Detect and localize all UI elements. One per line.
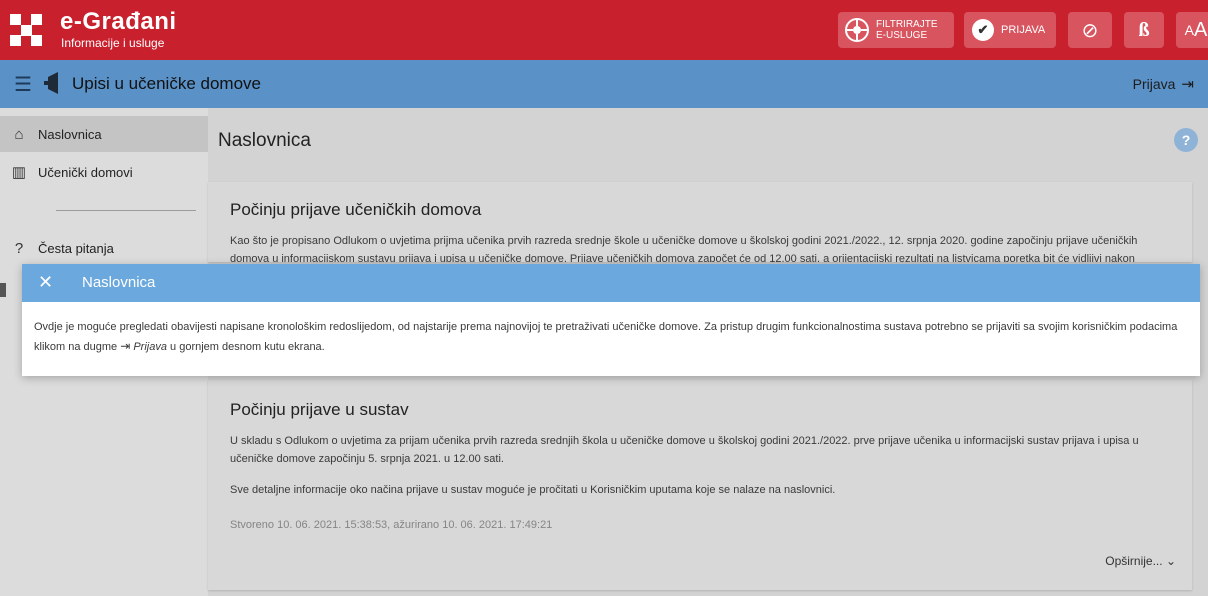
filter-eservices-button[interactable]: FILTRIRAJTE E-USLUGE (838, 12, 954, 48)
news-card-text: domova u informacijskom sustavu prijava … (230, 253, 1135, 262)
sidebar-partial-icon (0, 283, 6, 297)
sidebar-item-ucenicki-domovi[interactable]: ▥ Učenički domovi (0, 154, 208, 190)
filter-label-line2: E-USLUGE (876, 30, 928, 41)
info-dialog: ✕ Naslovnica Ovdje je moguće pregledati … (22, 264, 1200, 376)
news-card: Počinju prijave u sustav U skladu s Odlu… (208, 380, 1192, 590)
read-more-link[interactable]: Opširnije... ⌄ (1105, 554, 1176, 568)
news-card-text: U skladu s Odlukom o uvjetima za prijam … (230, 435, 1139, 465)
news-card-text: Sve detaljne informacije oko načina prij… (230, 484, 836, 496)
eye-off-icon: ⊘ (1081, 19, 1099, 42)
dialog-title: Naslovnica (82, 274, 156, 291)
filter-label-line1: FILTRIRAJTE (876, 19, 938, 30)
font-size-big-label: A (1194, 18, 1208, 41)
subheader-login-label: Prijava (1132, 76, 1176, 92)
app-logo-icon (44, 72, 58, 94)
font-size-small-label: A (1184, 22, 1194, 38)
sidebar-item-label: Učenički domovi (38, 164, 133, 180)
sidebar-item-label: Česta pitanja (38, 240, 114, 256)
news-card: Počinju prijave učeničkih domova Kao što… (208, 182, 1192, 262)
login-button[interactable]: ✔ PRIJAVA (964, 12, 1056, 48)
login-button-label: PRIJAVA (1001, 24, 1046, 36)
dialog-login-reference: Prijava (133, 341, 167, 353)
top-header: e-Građani Informacije i usluge FILTRIRAJ… (0, 0, 1208, 60)
close-icon[interactable]: ✕ (38, 272, 53, 293)
app-header: ☰ Upisi u učeničke domove Prijava ⇥ (0, 60, 1208, 108)
question-icon: ? (14, 239, 24, 257)
login-icon: ⇥ (1181, 76, 1194, 93)
check-icon: ✔ (972, 19, 994, 41)
news-card-timestamp: Stvoreno 10. 06. 2021. 15:38:53, ažurira… (230, 519, 553, 531)
dialog-body: Ovdje je moguće pregledati obavijesti na… (34, 318, 1194, 357)
filter-wheel-icon (845, 18, 869, 42)
home-icon: ⌂ (14, 125, 24, 143)
sidebar-item-label: Naslovnica (38, 126, 102, 142)
menu-icon[interactable]: ☰ (14, 72, 32, 97)
visibility-toggle-button[interactable]: ⊘ (1068, 12, 1112, 48)
logo-icon[interactable] (10, 14, 42, 46)
sidebar-divider (56, 210, 196, 211)
chevron-down-icon: ⌄ (1165, 554, 1176, 568)
page-title: Naslovnica (218, 130, 311, 151)
sidebar-item-naslovnica[interactable]: ⌂ Naslovnica (0, 116, 208, 152)
login-icon: ⇥ (120, 339, 131, 353)
dialog-text: u gornjem desnom kutu ekrana. (170, 341, 325, 353)
dyslexia-font-icon: ß (1138, 18, 1150, 41)
dialog-header: ✕ Naslovnica (22, 264, 1200, 302)
read-more-label: Opširnije... (1105, 554, 1163, 568)
building-icon: ▥ (11, 164, 27, 181)
app-title: Upisi u učeničke domove (72, 74, 261, 93)
subheader-login-link[interactable]: Prijava ⇥ (1133, 75, 1194, 93)
help-button[interactable]: ? (1174, 128, 1198, 152)
font-size-button[interactable]: AA (1176, 12, 1208, 48)
news-card-text: Kao što je propisano Odlukom o uvjetima … (230, 235, 1138, 247)
dyslexia-font-button[interactable]: ß (1124, 12, 1164, 48)
brand-subtitle: Informacije i usluge (61, 36, 165, 50)
brand-title[interactable]: e-Građani (60, 8, 177, 36)
news-card-title: Počinju prijave učeničkih domova (230, 200, 482, 219)
sidebar-item-cesta-pitanja[interactable]: ? Česta pitanja (0, 230, 208, 266)
news-card-title: Počinju prijave u sustav (230, 400, 409, 419)
